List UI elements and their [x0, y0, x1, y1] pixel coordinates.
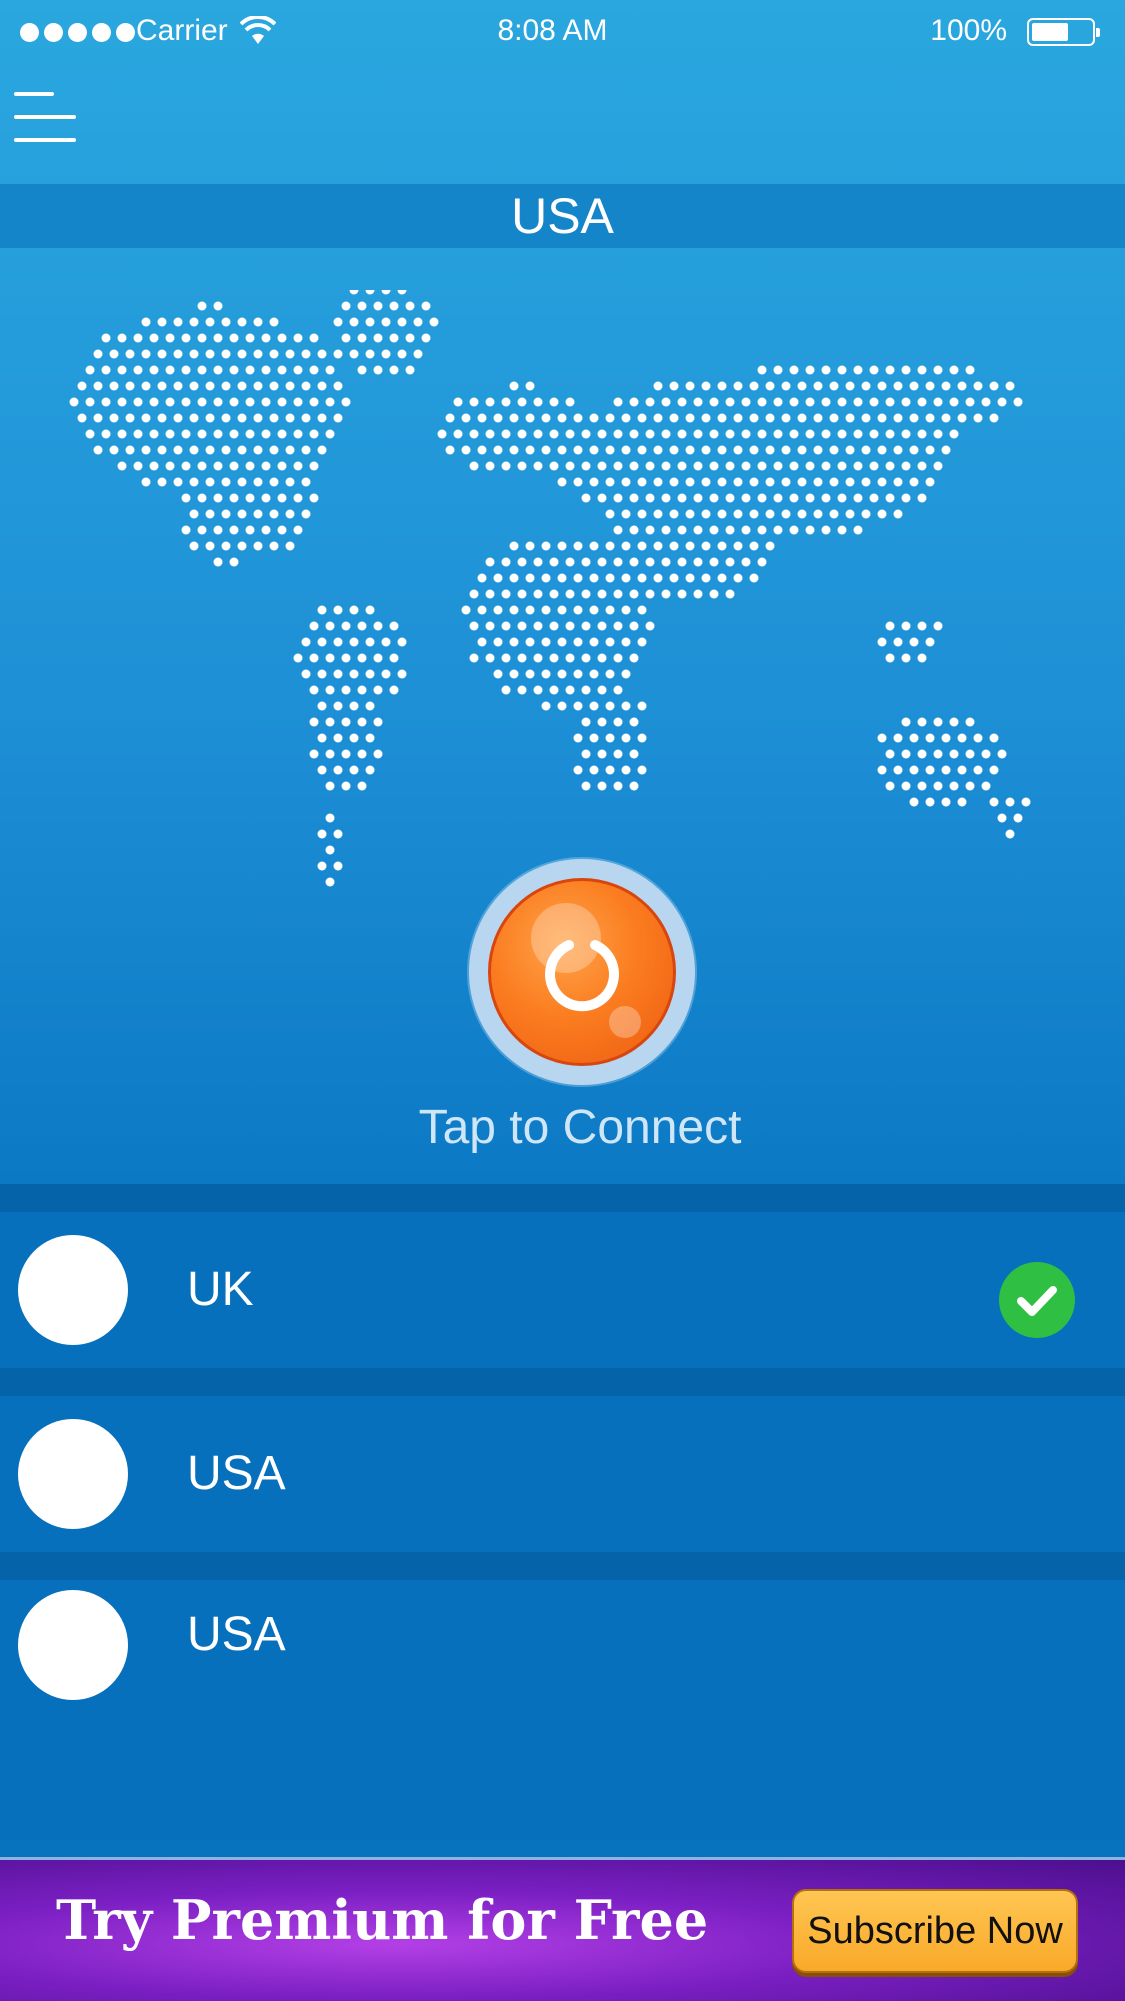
flag-icon — [18, 1419, 128, 1529]
server-name: USA — [187, 1608, 286, 1661]
app-screen: Carrier 8:08 AM 100% USA Tap to Connect … — [0, 0, 1125, 2001]
server-list: UK USA USA — [0, 1184, 1125, 1840]
banner-title: Try Premium for Free — [56, 1888, 709, 1952]
connect-label: Tap to Connect — [418, 1101, 742, 1154]
selected-check-icon — [999, 1262, 1075, 1338]
server-name: USA — [187, 1447, 286, 1500]
list-divider — [0, 1552, 1125, 1580]
current-location-title: USA — [0, 184, 1125, 248]
premium-banner[interactable]: Try Premium for Free Subscribe Now — [0, 1857, 1125, 2001]
battery-icon — [1027, 18, 1100, 46]
server-name: UK — [187, 1263, 254, 1316]
flag-icon — [18, 1235, 128, 1345]
world-map-dots — [69, 290, 1031, 887]
server-row-uk[interactable]: UK — [0, 1212, 1125, 1368]
hamburger-menu-icon[interactable] — [14, 90, 78, 146]
list-divider — [0, 1368, 1125, 1396]
server-row-usa[interactable]: USA — [0, 1396, 1125, 1552]
flag-icon — [18, 1590, 128, 1700]
connect-button[interactable] — [488, 878, 676, 1066]
power-icon — [545, 940, 619, 1012]
status-bar: Carrier 8:08 AM 100% — [0, 0, 1125, 66]
subscribe-now-button[interactable]: Subscribe Now — [792, 1889, 1078, 1973]
server-row-usa[interactable]: USA — [0, 1580, 1125, 1840]
battery-percentage: 100% — [930, 14, 1007, 47]
list-divider — [0, 1184, 1125, 1212]
